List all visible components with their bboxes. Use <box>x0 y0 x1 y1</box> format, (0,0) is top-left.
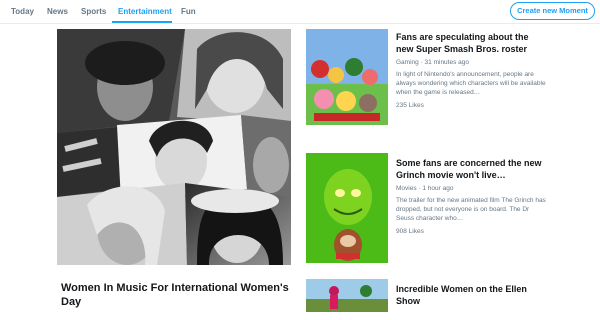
story-card-gaming[interactable]: Fans are speculating about the new Super… <box>396 31 546 109</box>
card-time: 1 hour ago <box>422 185 454 192</box>
tab-news[interactable]: News <box>47 7 68 16</box>
collage-art <box>57 29 291 265</box>
smash-bros-art <box>306 29 388 125</box>
story-card-movies[interactable]: Some fans are concerned the new Grinch m… <box>396 157 546 235</box>
active-tab-indicator <box>112 21 172 23</box>
tab-fun[interactable]: Fun <box>181 7 196 16</box>
card-likes: 235 Likes <box>396 102 424 109</box>
card-category: Movies <box>396 185 417 192</box>
card-time: 31 minutes ago <box>424 59 469 66</box>
top-nav: Today News Sports Entertainment Fun Crea… <box>0 0 600 24</box>
create-moment-button[interactable]: Create new Moment <box>510 2 595 20</box>
card-title[interactable]: Incredible Women on the Ellen Show <box>396 283 546 307</box>
card-title[interactable]: Some fans are concerned the new Grinch m… <box>396 157 546 181</box>
card-description: The trailer for the new animated film Th… <box>396 197 546 222</box>
card-category: Gaming <box>396 59 419 66</box>
hero-collage-image[interactable] <box>57 29 291 265</box>
ellen-thumbnail[interactable] <box>306 279 388 312</box>
card-description: In light of Nintendo's announcement, peo… <box>396 71 546 96</box>
grinch-art <box>306 153 388 263</box>
card-title[interactable]: Fans are speculating about the new Super… <box>396 31 546 55</box>
tab-today[interactable]: Today <box>11 7 34 16</box>
movies-thumbnail[interactable] <box>306 153 388 263</box>
card-meta: Gaming · 31 minutes ago <box>396 59 469 66</box>
card-likes: 908 Likes <box>396 228 424 235</box>
tab-sports[interactable]: Sports <box>81 7 106 16</box>
card-meta: Movies · 1 hour ago <box>396 185 454 192</box>
gaming-thumbnail[interactable] <box>306 29 388 125</box>
ellen-show-art <box>306 279 388 312</box>
hero-title[interactable]: Women In Music For International Women's… <box>61 281 301 309</box>
tab-entertainment[interactable]: Entertainment <box>118 7 172 16</box>
story-card-ellen[interactable]: Incredible Women on the Ellen Show <box>396 283 546 307</box>
